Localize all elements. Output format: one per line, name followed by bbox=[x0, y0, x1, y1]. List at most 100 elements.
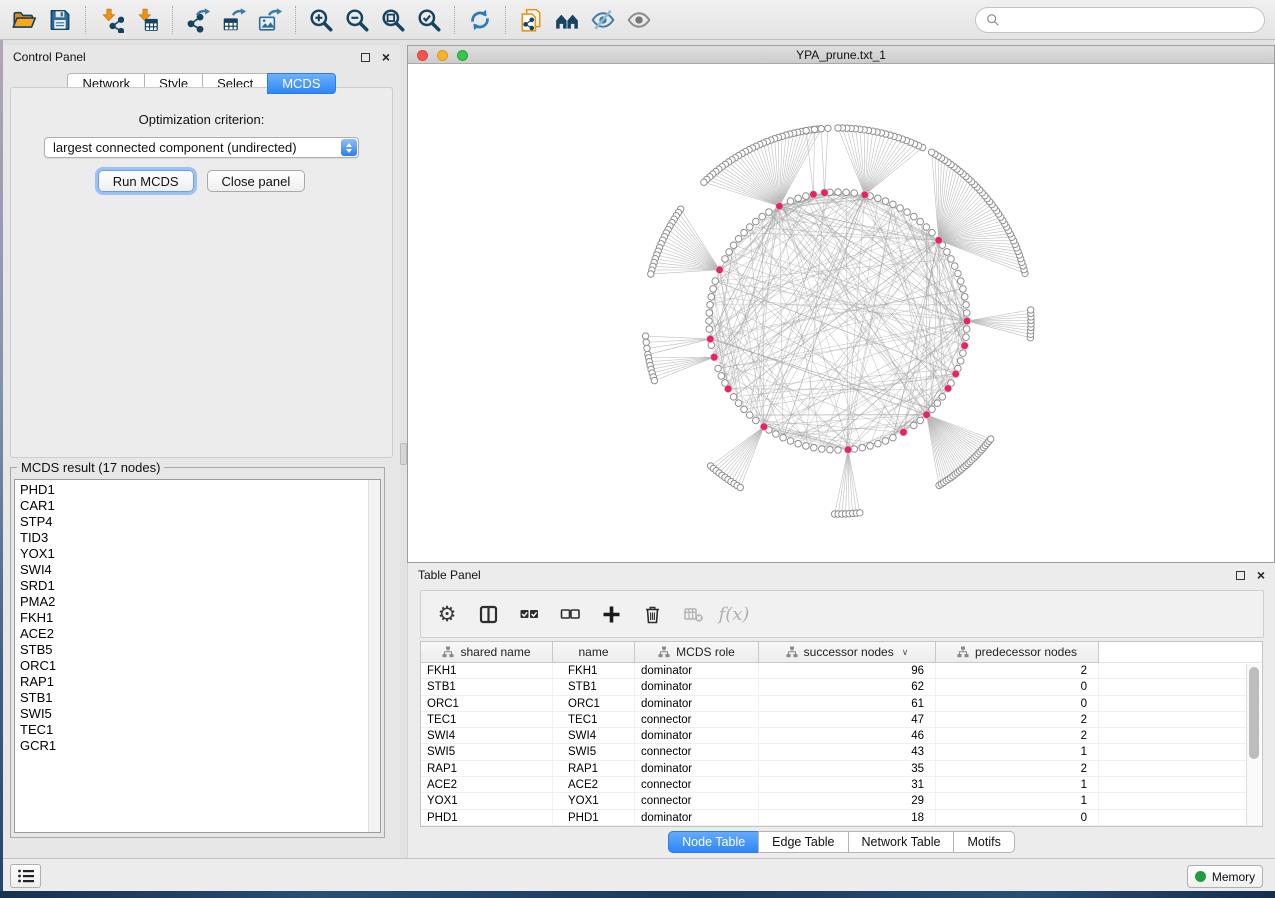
ring-node[interactable] bbox=[911, 213, 918, 220]
leaf-node[interactable] bbox=[835, 125, 841, 131]
ring-node[interactable] bbox=[706, 310, 713, 317]
tab-edge-table[interactable]: Edge Table bbox=[758, 831, 848, 853]
ring-node[interactable] bbox=[819, 446, 826, 453]
leaf-node[interactable] bbox=[701, 179, 707, 185]
mcds-result-item[interactable]: TEC1 bbox=[15, 722, 368, 738]
leaf-node[interactable] bbox=[928, 149, 934, 155]
ring-node[interactable] bbox=[766, 209, 773, 216]
leaf-node[interactable] bbox=[737, 484, 743, 490]
mcds-node[interactable] bbox=[900, 428, 908, 436]
ring-node[interactable] bbox=[929, 229, 936, 236]
ring-node[interactable] bbox=[780, 434, 787, 441]
add-icon[interactable] bbox=[599, 602, 623, 626]
table-scrollbar-thumb[interactable] bbox=[1249, 667, 1259, 759]
task-history-button[interactable] bbox=[10, 864, 41, 888]
mcds-node[interactable] bbox=[776, 202, 784, 210]
mcds-node[interactable] bbox=[760, 423, 768, 431]
table-row[interactable]: RAP1RAP1dominator352 bbox=[421, 761, 1262, 777]
tab-motifs[interactable]: Motifs bbox=[953, 831, 1014, 853]
ring-node[interactable] bbox=[759, 213, 766, 220]
ring-node[interactable] bbox=[843, 189, 850, 196]
ring-node[interactable] bbox=[957, 278, 964, 285]
ring-node[interactable] bbox=[795, 195, 802, 202]
ring-node[interactable] bbox=[803, 443, 810, 450]
mcds-node[interactable] bbox=[724, 385, 732, 393]
mcds-result-item[interactable]: SWI4 bbox=[15, 562, 368, 578]
ring-node[interactable] bbox=[882, 198, 889, 205]
leaf-node[interactable] bbox=[648, 271, 654, 277]
export-network-icon[interactable] bbox=[180, 4, 216, 36]
tab-node-table[interactable]: Node Table bbox=[668, 831, 759, 853]
mcds-result-item[interactable]: PHD1 bbox=[15, 482, 368, 498]
ring-node[interactable] bbox=[917, 417, 924, 424]
mcds-node[interactable] bbox=[952, 370, 960, 378]
zoom-selected-icon[interactable] bbox=[411, 4, 447, 36]
column-header-predecessor-nodes[interactable]: predecessor nodes bbox=[936, 642, 1099, 663]
search-box[interactable] bbox=[975, 7, 1265, 33]
ring-node[interactable] bbox=[753, 417, 760, 424]
mcds-result-item[interactable]: RAP1 bbox=[15, 674, 368, 690]
columns-icon[interactable] bbox=[476, 602, 500, 626]
ring-node[interactable] bbox=[960, 350, 967, 357]
ring-node[interactable] bbox=[787, 198, 794, 205]
mcds-node[interactable] bbox=[944, 385, 952, 393]
ring-node[interactable] bbox=[746, 412, 753, 419]
table-row[interactable]: TEC1TEC1connector472 bbox=[421, 712, 1262, 728]
run-mcds-button[interactable]: Run MCDS bbox=[98, 170, 194, 192]
ring-node[interactable] bbox=[722, 256, 729, 263]
ring-node[interactable] bbox=[882, 438, 889, 445]
table-row[interactable]: SWI5SWI5connector431 bbox=[421, 744, 1262, 760]
ring-node[interactable] bbox=[923, 224, 930, 231]
ring-node[interactable] bbox=[963, 310, 970, 317]
ring-node[interactable] bbox=[795, 440, 802, 447]
column-header-shared-name[interactable]: shared name bbox=[421, 642, 553, 663]
ring-node[interactable] bbox=[735, 236, 742, 243]
ring-node[interactable] bbox=[708, 294, 715, 301]
ring-node[interactable] bbox=[726, 249, 733, 256]
ring-node[interactable] bbox=[706, 318, 713, 325]
ring-node[interactable] bbox=[929, 406, 936, 413]
mcds-list-scrollbar[interactable] bbox=[368, 480, 380, 832]
memory-button[interactable]: Memory bbox=[1187, 865, 1263, 888]
ring-node[interactable] bbox=[741, 406, 748, 413]
first-neighbors-icon[interactable] bbox=[549, 4, 585, 36]
hide-selected-icon[interactable] bbox=[585, 4, 621, 36]
leaf-node[interactable] bbox=[1028, 307, 1034, 313]
zoom-out-icon[interactable] bbox=[339, 4, 375, 36]
ring-node[interactable] bbox=[706, 326, 713, 333]
ring-node[interactable] bbox=[730, 242, 737, 249]
leaf-node[interactable] bbox=[651, 377, 657, 383]
close-window-icon[interactable] bbox=[417, 50, 428, 61]
ring-node[interactable] bbox=[835, 189, 842, 196]
mcds-result-item[interactable]: CAR1 bbox=[15, 498, 368, 514]
column-header-MCDS-role[interactable]: MCDS role bbox=[635, 642, 759, 663]
ring-node[interactable] bbox=[867, 443, 874, 450]
mcds-result-item[interactable]: ORC1 bbox=[15, 658, 368, 674]
leaf-node[interactable] bbox=[644, 345, 650, 351]
maximize-window-icon[interactable] bbox=[457, 50, 468, 61]
table-row[interactable]: ORC1ORC1dominator610 bbox=[421, 696, 1262, 712]
ring-node[interactable] bbox=[961, 294, 968, 301]
ring-node[interactable] bbox=[963, 302, 970, 309]
table-row[interactable]: STB1STB1dominator620 bbox=[421, 679, 1262, 695]
clone-network-icon[interactable] bbox=[513, 4, 549, 36]
ring-node[interactable] bbox=[957, 358, 964, 365]
ring-node[interactable] bbox=[707, 302, 714, 309]
leaf-node[interactable] bbox=[988, 436, 994, 442]
open-session-icon[interactable] bbox=[6, 4, 42, 36]
ring-node[interactable] bbox=[811, 444, 818, 451]
ring-node[interactable] bbox=[712, 278, 719, 285]
leaf-node[interactable] bbox=[643, 339, 649, 345]
mcds-result-item[interactable]: STP4 bbox=[15, 514, 368, 530]
import-table-icon[interactable] bbox=[129, 4, 165, 36]
delete-icon[interactable] bbox=[640, 602, 664, 626]
mcds-result-item[interactable]: YOX1 bbox=[15, 546, 368, 562]
mcds-node[interactable] bbox=[716, 266, 724, 274]
mcds-node[interactable] bbox=[710, 353, 718, 361]
search-input[interactable] bbox=[1006, 12, 1254, 27]
leaf-node[interactable] bbox=[825, 125, 831, 131]
leaf-node[interactable] bbox=[811, 126, 817, 132]
leaf-node[interactable] bbox=[642, 333, 648, 339]
ring-node[interactable] bbox=[715, 365, 722, 372]
ring-node[interactable] bbox=[963, 326, 970, 333]
